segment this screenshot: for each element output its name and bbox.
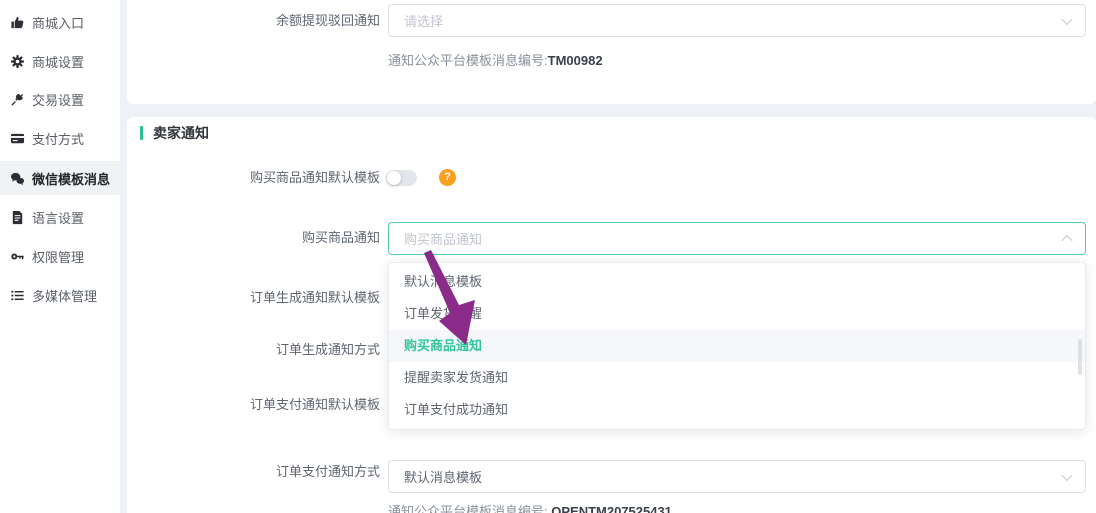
select-placeholder: 请选择	[404, 11, 443, 30]
order-create-method-label: 订单生成通知方式	[140, 342, 380, 358]
withdraw-template-helper: 通知公众平台模板消息编号:TM00982	[388, 50, 603, 69]
order-pay-method-select[interactable]: 默认消息模板	[388, 460, 1086, 493]
sidebar-item-payment-methods[interactable]: 支付方式	[0, 121, 120, 155]
template-code: OPENTM207525431	[551, 504, 672, 513]
sidebar-item-label: 商城入口	[32, 13, 84, 32]
template-code: TM00982	[548, 53, 603, 68]
buy-notice-label: 购买商品通知	[140, 230, 380, 246]
dropdown-option[interactable]: 订单支付成功通知	[389, 394, 1085, 426]
sidebar: 商城入口 商城设置 交易设置 支付方式 微信模板消息	[0, 0, 120, 513]
section-bar	[140, 126, 143, 140]
page: 商城入口 商城设置 交易设置 支付方式 微信模板消息	[0, 0, 1096, 513]
buy-notice-default-template-label: 购买商品通知默认模板	[140, 170, 380, 186]
order-pay-method-value: 默认消息模板	[404, 467, 482, 486]
sidebar-item-label: 微信模板消息	[32, 169, 110, 188]
sidebar-item-label: 语言设置	[32, 208, 84, 227]
buy-notice-default-template-toggle[interactable]	[386, 170, 417, 186]
chevron-down-icon	[1061, 13, 1072, 24]
list-icon	[10, 288, 25, 303]
withdraw-reject-notice-select[interactable]: 请选择	[388, 4, 1086, 37]
sidebar-item-permission-management[interactable]: 权限管理	[0, 239, 120, 273]
plug-icon	[10, 92, 25, 107]
question-mark-icon[interactable]: ?	[439, 169, 456, 186]
withdraw-reject-notice-label: 余额提现驳回通知	[140, 13, 380, 29]
seller-notice-title: 卖家通知	[140, 123, 209, 143]
chevron-up-icon	[1061, 234, 1072, 245]
gear-icon	[10, 54, 25, 69]
credit-card-icon	[10, 131, 25, 146]
section-title-text: 卖家通知	[153, 123, 209, 143]
buy-notice-select-value: 购买商品通知	[404, 229, 482, 248]
helper-prefix: 通知公众平台模板消息编号:	[388, 53, 548, 68]
buy-notice-dropdown: 默认消息模板 订单发货提醒 购买商品通知 提醒卖家发货通知 订单支付成功通知	[388, 262, 1086, 430]
dropdown-option-selected[interactable]: 购买商品通知	[389, 330, 1085, 362]
chevron-down-icon	[1061, 469, 1072, 480]
sidebar-item-label: 商城设置	[32, 52, 84, 71]
order-pay-method-label: 订单支付通知方式	[140, 464, 380, 480]
helper-prefix: 通知公众平台模板消息编号:	[388, 504, 551, 513]
order-pay-template-label: 订单支付通知默认模板	[140, 397, 380, 413]
sidebar-item-mall-entrance[interactable]: 商城入口	[0, 5, 120, 39]
toggle-knob	[387, 171, 401, 185]
sidebar-item-label: 交易设置	[32, 90, 84, 109]
sidebar-item-wechat-template-message[interactable]: 微信模板消息	[0, 161, 120, 195]
sidebar-item-language-settings[interactable]: 语言设置	[0, 200, 120, 234]
key-icon	[10, 249, 25, 264]
order-create-template-label: 订单生成通知默认模板	[140, 290, 380, 306]
dropdown-scrollbar[interactable]	[1078, 339, 1082, 375]
buy-notice-select[interactable]: 购买商品通知	[388, 222, 1086, 255]
sidebar-item-trade-settings[interactable]: 交易设置	[0, 82, 120, 116]
sidebar-item-label: 支付方式	[32, 129, 84, 148]
dropdown-option[interactable]: 提醒卖家发货通知	[389, 362, 1085, 394]
sidebar-item-mall-settings[interactable]: 商城设置	[0, 44, 120, 78]
dropdown-option[interactable]: 订单发货提醒	[389, 298, 1085, 330]
sidebar-item-label: 多媒体管理	[32, 286, 97, 305]
sidebar-item-label: 权限管理	[32, 247, 84, 266]
document-icon	[10, 210, 25, 225]
sidebar-item-multimedia-management[interactable]: 多媒体管理	[0, 278, 120, 312]
dropdown-option[interactable]: 默认消息模板	[389, 266, 1085, 298]
chat-bubbles-icon	[10, 171, 25, 186]
order-pay-template-helper: 通知公众平台模板消息编号: OPENTM207525431	[388, 501, 672, 513]
thumbs-up-icon	[10, 15, 25, 30]
